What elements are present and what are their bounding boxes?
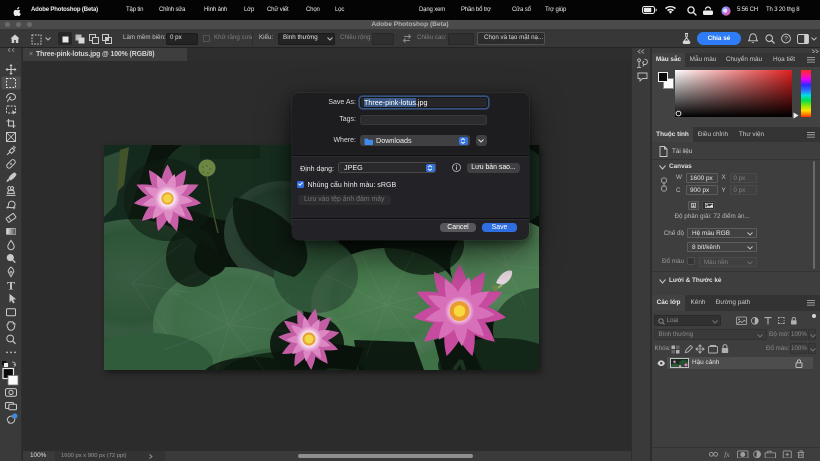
svg-text:T: T xyxy=(7,278,15,292)
svg-text:?: ? xyxy=(784,36,788,43)
svg-text:fx: fx xyxy=(724,450,730,458)
